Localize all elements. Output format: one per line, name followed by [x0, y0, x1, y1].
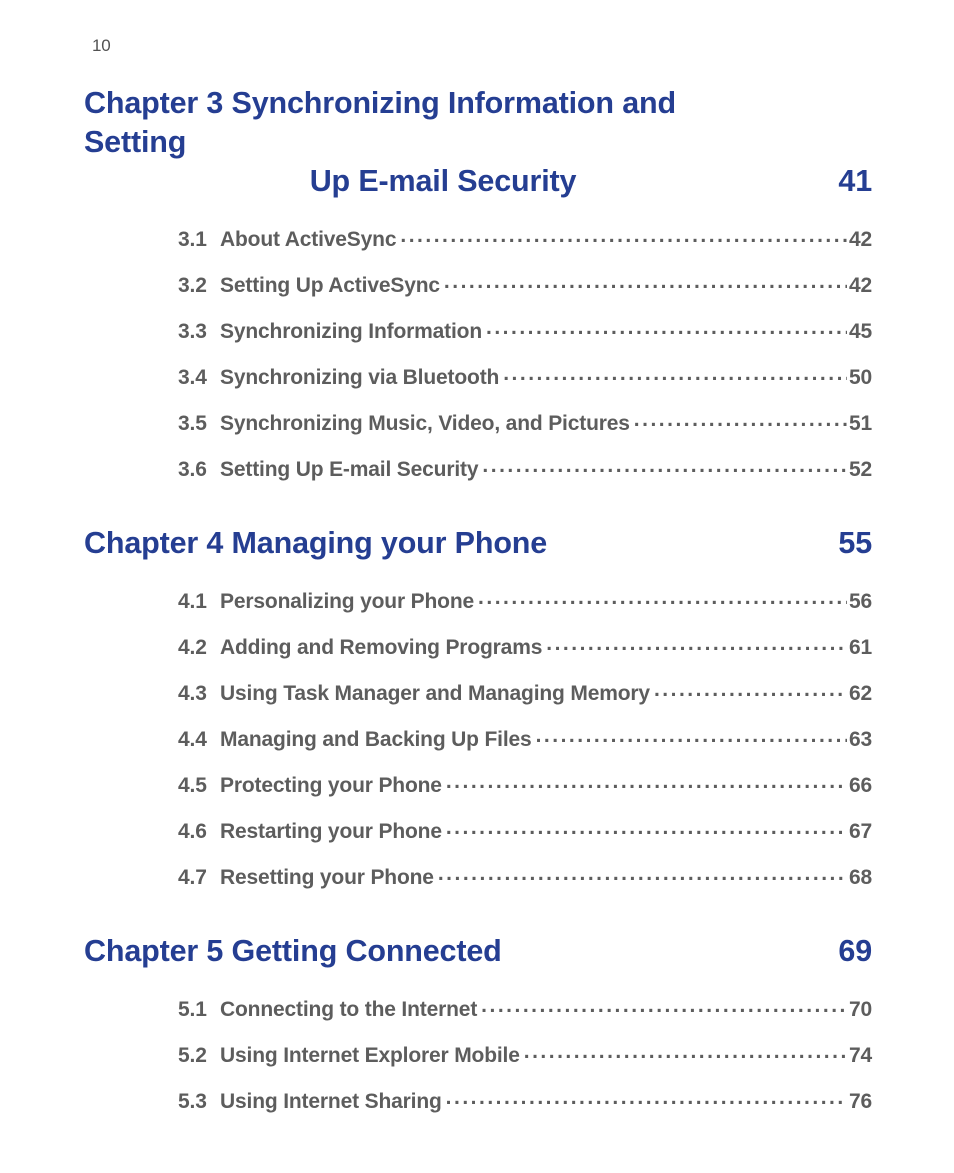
toc-entry[interactable]: 3.2Setting Up ActiveSync 42 — [178, 271, 872, 298]
toc-entry-number: 3.2 — [178, 274, 220, 298]
toc-entry-page: 42 — [847, 228, 872, 252]
toc-entry-number: 4.1 — [178, 590, 220, 614]
chapter-heading[interactable]: Chapter 3 Synchronizing Information and … — [82, 84, 872, 201]
chapter-page-number: 69 — [838, 932, 872, 971]
toc-leader-dots — [524, 1041, 847, 1062]
toc-entry-page: 50 — [847, 366, 872, 390]
toc-leader-dots — [503, 363, 847, 384]
chapter-title-line: Up E-mail Security — [84, 162, 782, 201]
chapter-block: Chapter 5 Getting Connected 69 5.1Connecti… — [82, 932, 872, 1114]
toc-leader-dots — [444, 271, 847, 292]
toc-entry-number: 3.6 — [178, 458, 220, 482]
toc-entry[interactable]: 4.6Restarting your Phone 67 — [178, 817, 872, 844]
toc-entry-number: 5.3 — [178, 1090, 220, 1114]
chapter-heading[interactable]: Chapter 5 Getting Connected 69 — [82, 932, 872, 971]
toc-entry[interactable]: 3.6Setting Up E-mail Security 52 — [178, 455, 872, 482]
toc-entry-title: Synchronizing via Bluetooth — [220, 366, 503, 390]
chapter-title: Chapter 5 Getting Connected — [84, 932, 502, 971]
toc-entry-page: 61 — [847, 636, 872, 660]
toc-leader-dots — [546, 633, 847, 654]
chapter-block: Chapter 3 Synchronizing Information and … — [82, 84, 872, 482]
toc-leader-dots — [536, 725, 847, 746]
toc-leader-dots — [486, 317, 847, 338]
toc-entry-page: 51 — [847, 412, 872, 436]
toc-entry-title: About ActiveSync — [220, 228, 400, 252]
toc-entry-number: 3.5 — [178, 412, 220, 436]
toc-entry-title: Managing and Backing Up Files — [220, 728, 536, 752]
toc-entry-title: Protecting your Phone — [220, 774, 446, 798]
toc-entry-title: Adding and Removing Programs — [220, 636, 546, 660]
toc-entry[interactable]: 3.1About ActiveSync 42 — [178, 225, 872, 252]
toc-entry-page: 67 — [847, 820, 872, 844]
toc-leader-dots — [438, 863, 847, 884]
toc-entry-title: Setting Up ActiveSync — [220, 274, 444, 298]
toc-entry[interactable]: 4.7Resetting your Phone 68 — [178, 863, 872, 890]
toc-entry-number: 4.3 — [178, 682, 220, 706]
toc-entry[interactable]: 4.3Using Task Manager and Managing Memor… — [178, 679, 872, 706]
toc-entry-title: Setting Up E-mail Security — [220, 458, 482, 482]
toc-entry[interactable]: 5.1Connecting to the Internet 70 — [178, 995, 872, 1022]
toc-entry-page: 66 — [847, 774, 872, 798]
toc-leader-dots — [482, 455, 847, 476]
toc-entry-number: 4.6 — [178, 820, 220, 844]
toc-entry-title: Restarting your Phone — [220, 820, 446, 844]
toc-leader-dots — [478, 587, 847, 608]
toc-entry[interactable]: 3.4Synchronizing via Bluetooth 50 — [178, 363, 872, 390]
chapter-heading[interactable]: Chapter 4 Managing your Phone 55 — [82, 524, 872, 563]
toc-entry-title: Synchronizing Information — [220, 320, 486, 344]
toc-entry-page: 76 — [847, 1090, 872, 1114]
chapter-title: Chapter 4 Managing your Phone — [84, 524, 547, 563]
toc-entry[interactable]: 5.2Using Internet Explorer Mobile 74 — [178, 1041, 872, 1068]
toc-entry-title: Synchronizing Music, Video, and Pictures — [220, 412, 634, 436]
toc-entry-number: 5.1 — [178, 998, 220, 1022]
toc-entry-page: 45 — [847, 320, 872, 344]
toc-entry-page: 68 — [847, 866, 872, 890]
toc-entry[interactable]: 4.1Personalizing your Phone 56 — [178, 587, 872, 614]
page-number: 10 — [92, 36, 872, 56]
toc-entry-page: 74 — [847, 1044, 872, 1068]
toc-entry-number: 4.4 — [178, 728, 220, 752]
toc-entry[interactable]: 4.5Protecting your Phone 66 — [178, 771, 872, 798]
toc-entry-page: 42 — [847, 274, 872, 298]
toc-entry-page: 63 — [847, 728, 872, 752]
toc-entry-number: 3.4 — [178, 366, 220, 390]
toc-leader-dots — [446, 771, 847, 792]
table-of-contents: Chapter 3 Synchronizing Information and … — [82, 84, 872, 1114]
toc-entry[interactable]: 3.3Synchronizing Information 45 — [178, 317, 872, 344]
toc-leader-dots — [654, 679, 847, 700]
toc-entry-number: 5.2 — [178, 1044, 220, 1068]
chapter-block: Chapter 4 Managing your Phone 55 4.1Person… — [82, 524, 872, 890]
toc-leader-dots — [481, 995, 847, 1016]
toc-entry-number: 4.7 — [178, 866, 220, 890]
toc-entry-title: Personalizing your Phone — [220, 590, 478, 614]
toc-entry[interactable]: 3.5Synchronizing Music, Video, and Pictu… — [178, 409, 872, 436]
toc-entry-title: Using Task Manager and Managing Memory — [220, 682, 654, 706]
toc-entry-number: 3.1 — [178, 228, 220, 252]
chapter-page-number: 41 — [838, 162, 872, 201]
toc-entry-page: 56 — [847, 590, 872, 614]
toc-leader-dots — [400, 225, 847, 246]
chapter-title-line: Chapter 3 Synchronizing Information and … — [84, 84, 782, 162]
toc-entry-title: Connecting to the Internet — [220, 998, 481, 1022]
toc-entry-title: Using Internet Explorer Mobile — [220, 1044, 524, 1068]
toc-entry-title: Using Internet Sharing — [220, 1090, 446, 1114]
toc-leader-dots — [634, 409, 847, 430]
toc-entry-page: 52 — [847, 458, 872, 482]
toc-entry-page: 62 — [847, 682, 872, 706]
toc-entry-page: 70 — [847, 998, 872, 1022]
toc-entry-number: 4.2 — [178, 636, 220, 660]
toc-leader-dots — [446, 1087, 847, 1108]
toc-entry[interactable]: 4.4Managing and Backing Up Files 63 — [178, 725, 872, 752]
toc-entry[interactable]: 5.3Using Internet Sharing 76 — [178, 1087, 872, 1114]
toc-entry-title: Resetting your Phone — [220, 866, 438, 890]
chapter-page-number: 55 — [838, 524, 872, 563]
toc-entry[interactable]: 4.2Adding and Removing Programs 61 — [178, 633, 872, 660]
toc-leader-dots — [446, 817, 847, 838]
toc-entry-number: 4.5 — [178, 774, 220, 798]
toc-entry-number: 3.3 — [178, 320, 220, 344]
